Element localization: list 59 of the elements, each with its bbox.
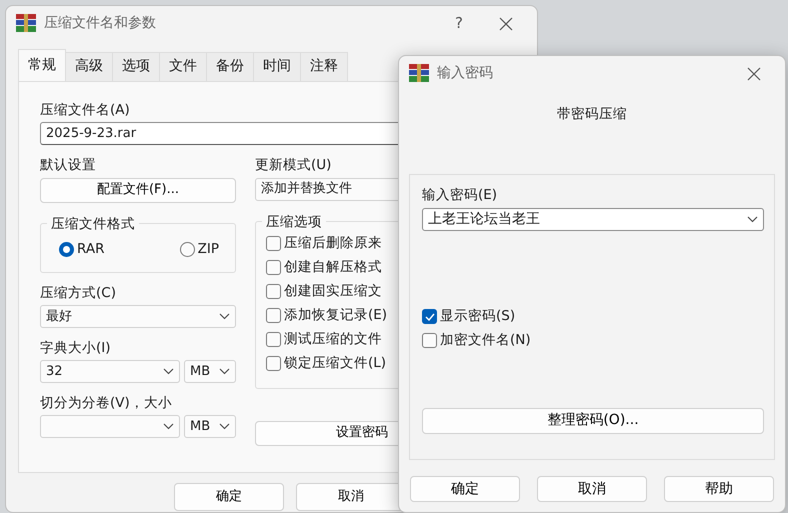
help-button[interactable]: ? xyxy=(441,12,477,34)
checkbox-label[interactable]: 测试压缩的文件 xyxy=(284,329,382,350)
checkbox[interactable] xyxy=(266,356,281,371)
checkbox[interactable] xyxy=(266,236,281,251)
field-label: 压缩文件名(A) xyxy=(40,101,131,120)
checkbox[interactable] xyxy=(266,260,281,275)
checkbox[interactable] xyxy=(422,309,437,324)
chevron-icon xyxy=(219,368,230,375)
checkbox[interactable] xyxy=(266,332,281,347)
checkbox-label[interactable]: 显示密码(S) xyxy=(440,306,516,327)
checkbox[interactable] xyxy=(422,333,437,348)
radio-button[interactable] xyxy=(180,242,195,257)
dropdown[interactable]: MB xyxy=(184,415,236,438)
field-label: 切分为分卷(V)，大小 xyxy=(40,394,173,413)
checkbox[interactable] xyxy=(266,284,281,299)
tab[interactable]: 注释 xyxy=(300,52,348,81)
checkbox[interactable] xyxy=(266,308,281,323)
close-icon[interactable] xyxy=(747,66,761,81)
field-label: 字典大小(I) xyxy=(40,338,112,358)
dialog-button[interactable]: 取消 xyxy=(537,476,647,502)
checkbox-label[interactable]: 创建自解压格式 xyxy=(284,257,382,278)
profiles-button[interactable]: 配置文件(F)... xyxy=(40,178,236,202)
password-combo[interactable]: 上老王论坛当老王 xyxy=(422,208,764,230)
app-icon xyxy=(16,14,36,32)
window-title: 输入密码 xyxy=(437,64,494,82)
dropdown[interactable]: 32 xyxy=(40,360,180,383)
checkbox-label[interactable]: 添加恢复记录(E) xyxy=(284,305,388,326)
section-label: 默认设置 xyxy=(40,156,97,176)
tab[interactable]: 高级 xyxy=(65,52,113,81)
chevron-icon xyxy=(219,312,230,320)
window-title: 压缩文件名和参数 xyxy=(44,14,157,32)
radio-button[interactable] xyxy=(59,242,74,257)
tab[interactable]: 时间 xyxy=(253,52,301,81)
dialog-button[interactable]: 确定 xyxy=(410,476,520,502)
dialog-heading: 带密码压缩 xyxy=(556,105,628,124)
tab[interactable]: 常规 xyxy=(18,49,66,81)
dialog-button[interactable]: 确定 xyxy=(174,483,284,511)
organize-passwords-button[interactable]: 整理密码(O)... xyxy=(422,408,764,434)
tab[interactable]: 备份 xyxy=(206,52,254,81)
tab[interactable]: 文件 xyxy=(159,52,207,81)
dropdown[interactable]: 最好 xyxy=(40,304,236,328)
close-icon[interactable] xyxy=(499,16,513,31)
check-icon xyxy=(424,312,434,320)
chevron-icon xyxy=(163,368,174,375)
chevron-icon xyxy=(219,423,230,430)
radio-label[interactable]: ZIP xyxy=(198,239,219,260)
tab[interactable]: 选项 xyxy=(112,52,160,81)
field-label: 更新模式(U) xyxy=(255,156,332,176)
checkbox-label[interactable]: 压缩后删除原来 xyxy=(284,233,382,254)
chevron-icon xyxy=(163,423,174,430)
radio-label[interactable]: RAR xyxy=(77,239,104,260)
checkbox-label[interactable]: 锁定压缩文件(L) xyxy=(284,353,386,374)
dialog-button[interactable]: 帮助 xyxy=(664,476,774,502)
checkbox-label[interactable]: 加密文件名(N) xyxy=(440,330,531,351)
field-label: 压缩方式(C) xyxy=(40,284,117,302)
app-icon xyxy=(409,64,429,82)
dropdown[interactable]: MB xyxy=(184,360,236,383)
chevron-icon xyxy=(747,216,758,222)
checkbox-label[interactable]: 创建固实压缩文 xyxy=(284,281,382,302)
